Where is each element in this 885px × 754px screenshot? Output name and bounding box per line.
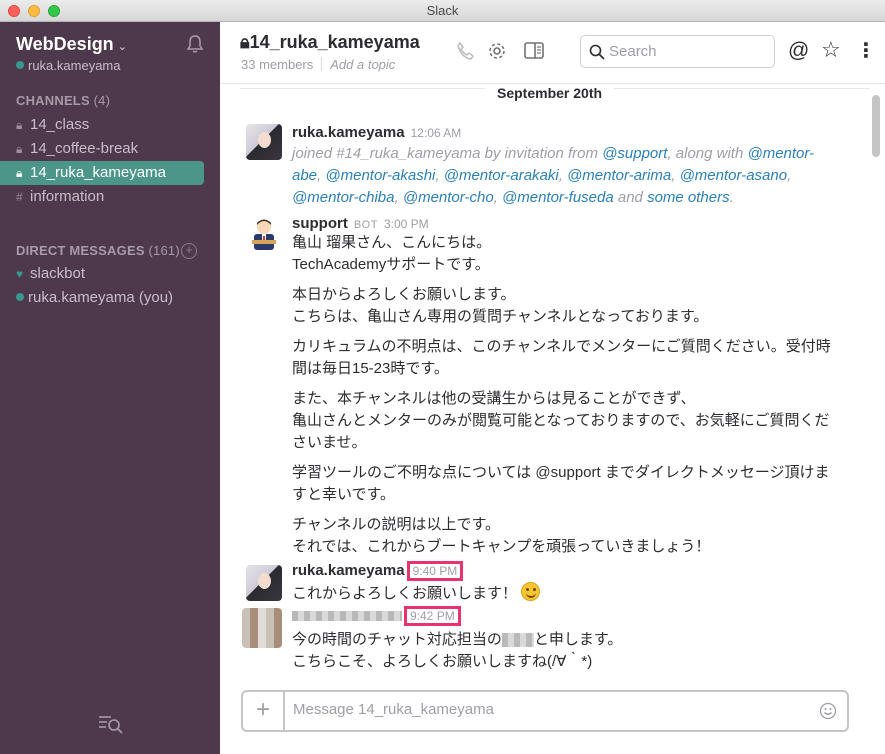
window-title: Slack: [426, 3, 459, 18]
slack-window: Slack WebDesign ⌄ ruka.kameyama CHANNELS …: [0, 0, 885, 754]
channels-header[interactable]: CHANNELS (4): [16, 93, 110, 108]
team-menu[interactable]: WebDesign ⌄: [16, 34, 127, 55]
message-composer: +: [241, 690, 849, 732]
sidebar-toggle-icon[interactable]: [523, 40, 545, 62]
more-options-icon[interactable]: ⋮: [856, 38, 876, 63]
mention-link[interactable]: @mentor-chiba: [292, 189, 395, 206]
chevron-down-icon: ⌄: [117, 41, 127, 53]
day-label: September 20th: [485, 85, 615, 101]
some-others-link[interactable]: some others: [647, 189, 730, 206]
search-field[interactable]: [609, 43, 759, 60]
message-header: ruka.kameyama 12:06 AM: [292, 124, 461, 141]
search-icon: [589, 44, 605, 60]
add-direct-message-button[interactable]: +: [181, 243, 197, 259]
timestamp[interactable]: 3:00 PM: [384, 217, 429, 231]
channel-title[interactable]: 🔒︎14_ruka_kameyama: [240, 32, 420, 53]
sidebar-item-14-class[interactable]: 🔒︎ 14_class: [0, 113, 204, 137]
author-name[interactable]: ruka.kameyama: [292, 124, 405, 141]
lock-icon: 🔒︎: [16, 118, 23, 132]
mentions-icon[interactable]: @: [788, 39, 809, 63]
team-name: WebDesign: [16, 34, 114, 54]
heart-icon: ♥: [16, 267, 24, 281]
mention-link[interactable]: @mentor-asano: [680, 167, 788, 184]
message-header: support BOT 3:00 PM: [292, 215, 429, 232]
add-topic-link[interactable]: Add a topic: [330, 57, 395, 72]
message-body: 亀山 瑠果さん、こんにちは。 TechAcademyサポートです。 本日からよろ…: [292, 234, 831, 555]
avatar[interactable]: [246, 565, 282, 601]
quick-switcher-icon[interactable]: [98, 714, 124, 734]
timestamp[interactable]: 12:06 AM: [411, 126, 462, 140]
member-count[interactable]: 33 members: [241, 57, 313, 72]
close-window-button[interactable]: [8, 5, 20, 17]
emoji-picker-icon[interactable]: [819, 702, 837, 720]
message-list: September 20th ruka.kameyama 12:06 AM joi…: [220, 84, 885, 684]
current-user[interactable]: ruka.kameyama: [16, 58, 120, 73]
timestamp[interactable]: 9:42 PM: [404, 606, 461, 626]
mention-link[interactable]: @mentor-arima: [567, 167, 671, 184]
mention-link[interactable]: @mentor-fuseda: [502, 189, 614, 206]
lock-icon: 🔒︎: [16, 142, 23, 156]
star-icon[interactable]: ☆: [821, 37, 841, 63]
day-divider: September 20th: [220, 85, 870, 101]
minimize-window-button[interactable]: [28, 5, 40, 17]
bot-badge: BOT: [353, 219, 378, 231]
redacted-author-name: [292, 611, 402, 622]
avatar[interactable]: [246, 216, 282, 252]
channel-meta: 33 members Add a topic: [241, 57, 395, 72]
mention-link[interactable]: @mentor-cho: [403, 189, 494, 206]
message-input[interactable]: [293, 701, 793, 718]
lock-icon: 🔒︎: [16, 166, 23, 180]
direct-messages-header[interactable]: DIRECT MESSAGES (161): [16, 243, 180, 258]
divider: [321, 57, 323, 71]
sidebar-item-14-coffee-break[interactable]: 🔒︎ 14_coffee-break: [0, 137, 204, 161]
search-input[interactable]: [580, 35, 775, 68]
message-body: これからよろしくお願いします！: [292, 582, 837, 605]
channel-header: 🔒︎14_ruka_kameyama 33 members Add a topic: [220, 22, 885, 84]
phone-icon[interactable]: [454, 40, 476, 62]
zoom-window-button[interactable]: [48, 5, 60, 17]
mention-link[interactable]: @mentor-akashi: [325, 167, 435, 184]
avatar[interactable]: [246, 124, 282, 160]
scrollbar[interactable]: [872, 95, 880, 157]
message-header: 9:42 PM: [292, 606, 461, 626]
message-body: joined #14_ruka_kameyama by invitation f…: [292, 145, 815, 206]
redacted-name: [501, 633, 534, 648]
avatar[interactable]: [242, 608, 282, 648]
title-bar: Slack: [0, 0, 885, 22]
author-name[interactable]: ruka.kameyama: [292, 562, 405, 579]
support-bot-avatar-icon: [252, 219, 276, 250]
presence-dot: [16, 61, 24, 69]
smile-emoji-icon: [521, 582, 541, 601]
mention-link[interactable]: @support: [602, 145, 667, 162]
mention-link[interactable]: @mentor-arakaki: [444, 167, 559, 184]
timestamp[interactable]: 9:40 PM: [406, 561, 464, 581]
sidebar-item-slackbot[interactable]: ♥ slackbot: [0, 262, 204, 286]
sidebar-item-14-ruka-kameyama[interactable]: 🔒︎ 14_ruka_kameyama: [0, 161, 204, 185]
sidebar-item-self[interactable]: ruka.kameyama (you): [0, 286, 204, 310]
message-header: ruka.kameyama 9:40 PM: [292, 561, 464, 581]
sidebar-item-information[interactable]: # information: [0, 185, 204, 209]
gear-icon[interactable]: [486, 40, 508, 62]
sidebar: WebDesign ⌄ ruka.kameyama CHANNELS (4) 🔒︎…: [0, 22, 220, 754]
lock-icon: 🔒︎: [240, 32, 250, 52]
presence-dot: [16, 293, 24, 301]
hash-icon: #: [16, 190, 23, 204]
bell-icon[interactable]: [186, 34, 204, 54]
message-body: 今の時間のチャット対応担当の と申します。 こちらこそ、よろしくお願いしますね(/…: [292, 631, 623, 670]
attach-file-button[interactable]: +: [243, 692, 285, 730]
author-name[interactable]: support: [292, 215, 348, 232]
